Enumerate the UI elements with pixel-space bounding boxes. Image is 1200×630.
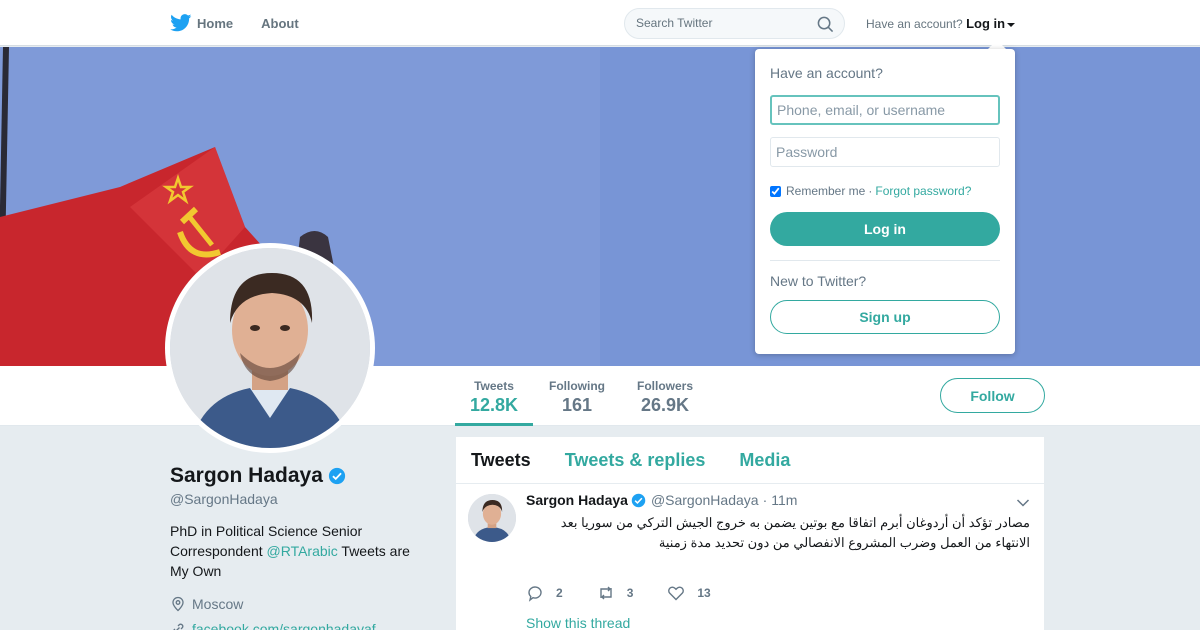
profile-name: Sargon Hadaya	[170, 464, 346, 488]
nav-home[interactable]: Home	[170, 14, 233, 32]
nav-home-label: Home	[197, 15, 234, 31]
like-count: 13	[697, 586, 711, 600]
heart-icon	[668, 586, 685, 601]
profile-bio: PhD in Political Science Senior Correspo…	[170, 521, 430, 581]
like-button[interactable]: 13	[667, 584, 711, 602]
login-button[interactable]: Log in	[770, 212, 1000, 246]
stat-following[interactable]: Following 161	[545, 366, 609, 426]
location-pin-icon	[172, 596, 184, 612]
nav-links: Home About	[170, 0, 327, 46]
stat-tweets[interactable]: Tweets 12.8K	[455, 366, 533, 426]
tweet-header: Sargon Hadaya @SargonHadaya · 11m	[526, 492, 797, 508]
caret-down-icon	[1007, 22, 1016, 27]
tweet-separator: ·	[762, 492, 768, 508]
reply-count: 2	[556, 586, 563, 600]
tweet-avatar[interactable]	[468, 494, 516, 542]
stat-label: Tweets	[474, 379, 514, 393]
profile-name-text: Sargon Hadaya	[170, 464, 323, 487]
profile-website[interactable]: facebook.com/sargonhadayaf	[170, 621, 376, 630]
profile-avatar-frame	[165, 243, 375, 453]
nav-about-label: About	[261, 15, 299, 31]
retweet-count: 3	[626, 586, 634, 600]
avatar[interactable]	[170, 248, 370, 448]
username-field[interactable]	[770, 95, 1000, 125]
profile-handle: @SargonHadaya	[170, 491, 278, 507]
reply-icon	[528, 586, 542, 602]
link-icon	[173, 623, 184, 630]
dropdown-arrow	[988, 40, 1006, 49]
stat-followers[interactable]: Followers 26.9K	[633, 366, 697, 426]
verified-badge-icon	[631, 493, 646, 507]
stat-label: Following	[549, 379, 605, 393]
remember-me-checkbox[interactable]	[770, 185, 781, 197]
login-prompt: Have an account? Log in	[866, 16, 1016, 31]
stat-value: 12.8K	[469, 395, 519, 415]
website-link[interactable]: facebook.com/sargonhadayaf	[192, 621, 376, 630]
password-field[interactable]	[770, 137, 1000, 167]
tweet-timestamp[interactable]: 11m	[771, 492, 797, 508]
search-icon[interactable]	[817, 16, 834, 33]
forgot-password-link[interactable]: Forgot password?	[875, 184, 971, 198]
show-thread-link[interactable]: Show this thread	[526, 615, 630, 630]
login-dropdown: Have an account? Remember me · Forgot pa…	[755, 49, 1015, 354]
stat-value: 26.9K	[640, 395, 690, 415]
top-nav-bar: Home About Have an account? Log in	[0, 0, 1200, 46]
tweet-actions: 2 3 13	[526, 584, 745, 602]
retweet-icon	[599, 586, 612, 600]
tweet-author-name[interactable]: Sargon Hadaya	[526, 492, 628, 508]
dropdown-title: Have an account?	[770, 65, 883, 81]
login-dropdown-toggle[interactable]: Log in	[966, 16, 1016, 31]
verified-badge-icon	[328, 467, 345, 485]
search-box	[624, 8, 845, 39]
retweet-button[interactable]: 3	[597, 584, 634, 602]
twitter-bird-icon	[170, 14, 192, 32]
bio-mention-link[interactable]: @RTArabic	[267, 543, 338, 559]
remember-me-label: Remember me	[786, 184, 866, 198]
follow-button[interactable]: Follow	[940, 378, 1045, 413]
nav-about[interactable]: About	[261, 16, 299, 31]
chevron-down-icon[interactable]	[1016, 498, 1030, 508]
stat-label: Followers	[636, 379, 693, 393]
have-account-text: Have an account?	[866, 17, 963, 31]
profile-location: Moscow	[170, 596, 243, 612]
location-text: Moscow	[192, 596, 244, 612]
reply-button[interactable]: 2	[526, 584, 563, 602]
search-input[interactable]	[636, 16, 806, 30]
tweet-text: مصادر تؤكد أن أردوغان أبرم اتفاقا مع بوت…	[560, 515, 1030, 550]
stat-value: 161	[561, 395, 593, 415]
new-to-twitter-text: New to Twitter?	[770, 273, 867, 289]
tweet-avatar-photo	[468, 494, 516, 542]
tweet-author-handle[interactable]: @SargonHadaya	[651, 492, 759, 508]
remember-row: Remember me · Forgot password?	[770, 184, 971, 198]
avatar-photo	[170, 248, 370, 448]
dropdown-divider	[770, 260, 1000, 261]
login-link-label: Log in	[966, 16, 1006, 31]
remember-separator: ·	[868, 184, 873, 198]
tweet[interactable]: Sargon Hadaya @SargonHadaya · 11m مصادر …	[456, 437, 1044, 630]
signup-button[interactable]: Sign up	[770, 300, 1000, 334]
